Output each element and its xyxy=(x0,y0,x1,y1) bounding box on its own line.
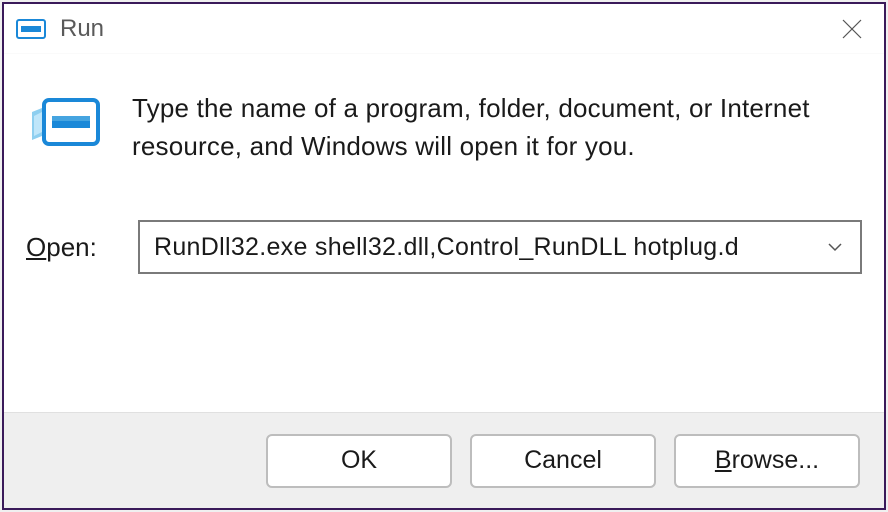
description-row: Type the name of a program, folder, docu… xyxy=(26,90,862,165)
open-input[interactable] xyxy=(154,233,824,262)
description-text: Type the name of a program, folder, docu… xyxy=(132,90,862,165)
run-icon xyxy=(16,17,46,41)
ok-button[interactable]: OK xyxy=(266,434,452,488)
button-panel: OK Cancel Browse... xyxy=(4,412,884,508)
run-large-icon xyxy=(32,94,102,150)
input-row: Open: xyxy=(26,220,862,274)
browse-button[interactable]: Browse... xyxy=(674,434,860,488)
cancel-button[interactable]: Cancel xyxy=(470,434,656,488)
open-label: Open: xyxy=(26,232,118,263)
combobox-dropdown-button[interactable] xyxy=(824,241,846,253)
open-combobox[interactable] xyxy=(138,220,862,274)
titlebar: Run xyxy=(4,4,884,54)
chevron-down-icon xyxy=(827,241,843,253)
dialog-content: Type the name of a program, folder, docu… xyxy=(4,54,884,412)
window-title: Run xyxy=(60,15,828,43)
close-button[interactable] xyxy=(828,9,876,49)
close-icon xyxy=(841,18,863,40)
run-dialog: Run Type the name of a program, folder, … xyxy=(2,2,886,510)
